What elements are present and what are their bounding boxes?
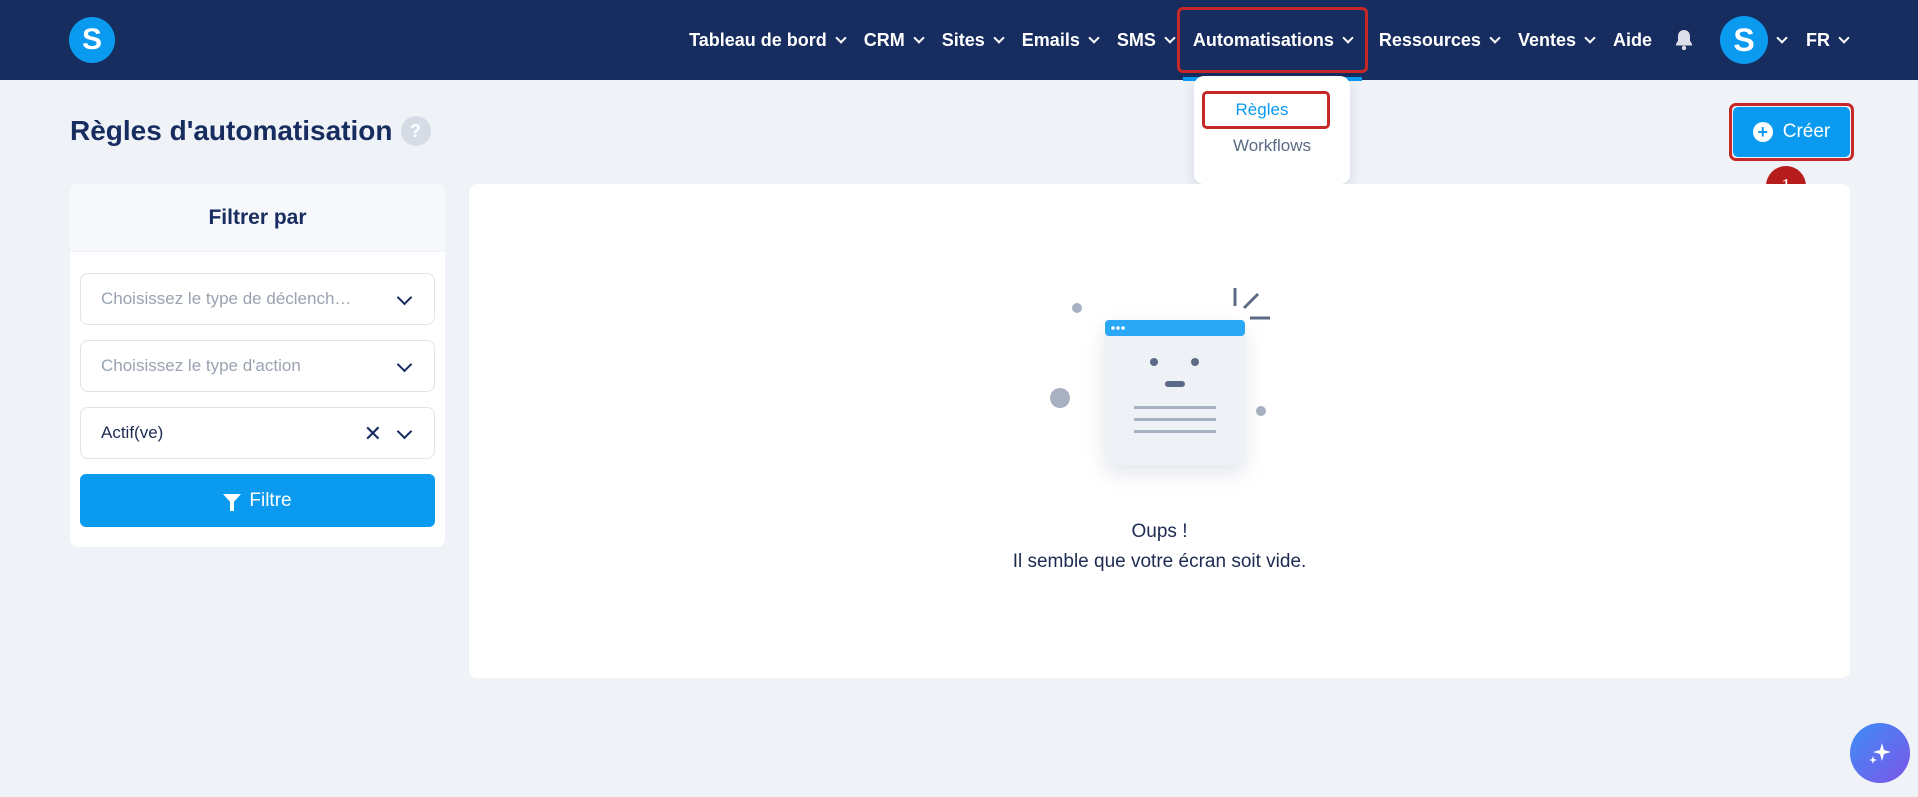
nav-label: Ressources — [1378, 29, 1481, 50]
plus-circle-icon: + — [1752, 122, 1773, 142]
chevron-down-icon — [993, 31, 1005, 44]
funnel-icon — [223, 493, 242, 511]
trigger-type-select[interactable]: Choisissez le type de déclench… — [80, 273, 435, 325]
help-icon[interactable]: ? — [400, 116, 431, 146]
clear-icon[interactable]: ✕ — [364, 421, 382, 447]
ai-assistant-button[interactable] — [1850, 723, 1910, 783]
page-title-row: Règles d'automatisation ? — [70, 115, 431, 147]
status-value: Actif(ve) — [101, 423, 164, 442]
menu-item-label: Règles — [1201, 91, 1331, 129]
language-label: FR — [1806, 29, 1830, 50]
filter-panel: Filtrer par Choisissez le type de déclen… — [70, 184, 445, 547]
nav-label: SMS — [1116, 29, 1156, 50]
action-type-select[interactable]: Choisissez le type d'action — [80, 340, 435, 392]
menu-item-workflows[interactable]: Workflows — [1194, 136, 1350, 156]
chevron-down-icon — [835, 31, 847, 44]
chevron-down-icon — [396, 289, 413, 306]
action-type-placeholder: Choisissez le type d'action — [101, 356, 301, 375]
chevron-down-icon — [1489, 31, 1501, 44]
chevron-down-icon — [1584, 31, 1596, 44]
menu-item-rules[interactable]: Règles — [1194, 91, 1350, 129]
app-logo[interactable]: S — [69, 17, 115, 63]
nav-item-dashboard[interactable]: Tableau de bord — [689, 19, 847, 61]
filter-title: Filtrer par — [70, 184, 445, 252]
page-title: Règles d'automatisation — [70, 115, 393, 146]
nav-label: Ventes — [1517, 29, 1576, 50]
empty-state-title: Oups ! — [1131, 521, 1188, 542]
nav-item-help[interactable]: Aide — [1613, 19, 1652, 61]
nav-item-sites[interactable]: Sites — [941, 19, 1005, 61]
nav-item-automations[interactable]: Automatisations — [1176, 7, 1368, 81]
avatar[interactable]: S — [1720, 16, 1768, 64]
nav-label: Emails — [1021, 29, 1080, 50]
nav-label: Tableau de bord — [689, 29, 827, 50]
bell-icon[interactable] — [1674, 29, 1694, 51]
nav-item-sales[interactable]: Ventes — [1517, 19, 1596, 61]
chevron-down-icon — [396, 356, 413, 373]
nav-label: Sites — [941, 29, 985, 50]
nav-label: CRM — [863, 29, 905, 50]
rules-list-card: Oups ! Il semble que votre écran soit vi… — [469, 184, 1850, 678]
filter-button-label: Filtre — [249, 489, 292, 511]
top-navigation-bar: S Tableau de bord CRM Sites Emails SMS A… — [0, 0, 1918, 81]
trigger-type-placeholder: Choisissez le type de déclench… — [101, 289, 352, 308]
filter-button[interactable]: Filtre — [80, 474, 435, 527]
chevron-down-icon — [1776, 31, 1788, 44]
create-button-label: Créer — [1782, 121, 1831, 142]
nav-item-resources[interactable]: Ressources — [1378, 19, 1501, 61]
main-nav: Tableau de bord CRM Sites Emails SMS Aut… — [670, 0, 1850, 81]
chevron-down-icon — [1838, 31, 1850, 44]
chevron-down-icon — [913, 31, 925, 44]
nav-item-emails[interactable]: Emails — [1021, 19, 1100, 61]
empty-state-message: Il semble que votre écran soit vide. — [1012, 551, 1307, 572]
account-menu-toggle[interactable] — [1776, 19, 1788, 61]
automations-dropdown-menu: Règles Workflows — [1194, 76, 1350, 184]
status-select[interactable]: Actif(ve) ✕ — [80, 407, 435, 459]
nav-label: Automatisations — [1192, 29, 1334, 50]
create-button[interactable]: + Créer — [1729, 103, 1854, 161]
chevron-down-icon — [396, 423, 413, 440]
chevron-down-icon — [1164, 31, 1176, 44]
chevron-down-icon — [1088, 31, 1100, 44]
nav-item-crm[interactable]: CRM — [863, 19, 925, 61]
nav-item-sms[interactable]: SMS — [1116, 19, 1176, 61]
chevron-down-icon — [1342, 31, 1354, 44]
language-selector[interactable]: FR — [1806, 19, 1850, 61]
sparkle-icon — [1869, 743, 1891, 764]
empty-state-illustration — [1029, 278, 1289, 513]
